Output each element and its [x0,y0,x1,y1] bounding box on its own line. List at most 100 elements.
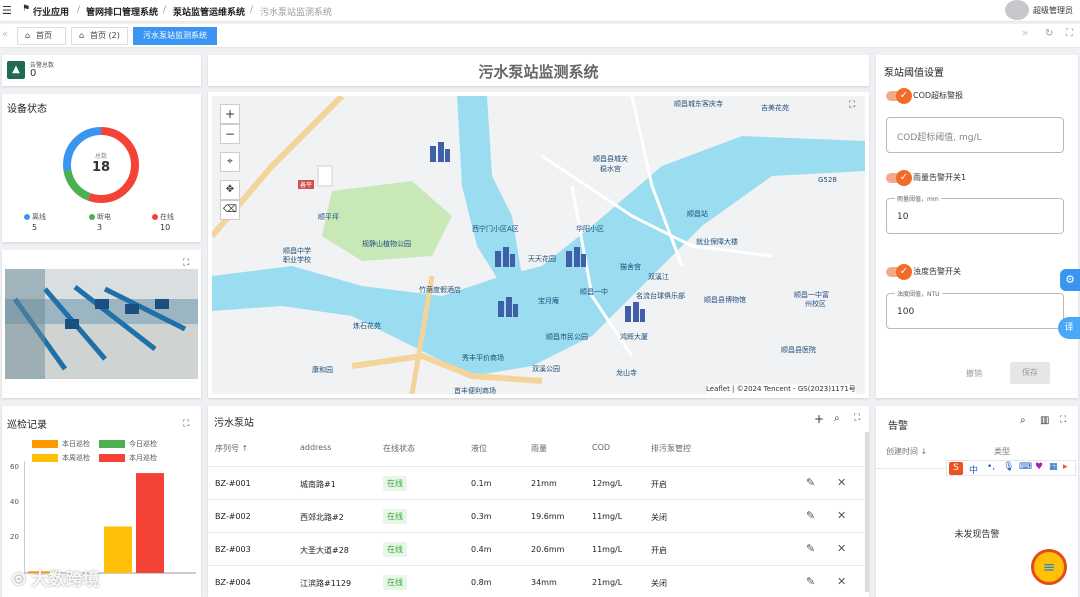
close-icon[interactable]: ✕ [837,509,846,522]
close-icon[interactable]: ✕ [837,575,846,588]
pan-icon[interactable]: ✥ [220,180,240,200]
zoom-out-button[interactable]: − [220,124,240,144]
search-icon[interactable]: ⌕ [1020,415,1026,426]
fullscreen-icon[interactable]: ⛶ [1066,28,1073,39]
check-icon: ✓ [896,88,912,104]
map-canvas[interactable] [212,96,865,394]
fullscreen-icon[interactable]: ⛶ [854,413,860,423]
cell-cod: 12mg/L [592,479,623,488]
map-label: 顺昌城东客庆寺 [674,100,723,108]
map-label: 康和园 [312,366,333,374]
close-icon[interactable]: ✕ [837,542,846,555]
tab-home-2[interactable]: ⌂ 首页 (2) [71,27,128,45]
card-title: 污水泵站 [214,418,254,429]
map-label: 规静山植物公园 [362,240,411,248]
ime-mode[interactable]: 中 [969,463,978,476]
map-label: 顺昌县博物馆 [704,296,746,304]
ime-toolbar[interactable]: S 中 •, 🎙 ⌨ ♥ ▦ ▸ [946,460,1076,476]
sogou-icon[interactable]: S [949,462,963,475]
fullscreen-icon[interactable]: ⛶ [183,258,189,268]
more-icon[interactable]: ▸ [1063,462,1068,472]
close-icon[interactable]: ✕ [837,476,846,489]
turbidity-alarm-toggle[interactable]: ✓ [886,264,912,280]
punctuation-icon[interactable]: •, [987,462,995,472]
zoom-in-button[interactable]: + [220,104,240,124]
map-attribution[interactable]: Leaflet | ©2024 Tencent - GS(2023)1171号 [706,384,856,394]
column-header[interactable]: 雨量 [531,443,547,454]
field-label: 浊度阈值，NTU [895,289,942,298]
map-label: 鸿辉大厦 [620,333,648,341]
cell-rain: 20.6mm [531,545,565,554]
table-row[interactable]: BZ-#003 大圣大道#28 在线 0.4m 20.6mm 11mg/L 开启… [208,532,868,565]
tab-home[interactable]: ⌂ 首页 [17,27,66,45]
sort-arrow-icon[interactable]: ↑ [242,444,249,453]
locate-icon[interactable]: ⌖ [220,152,240,172]
eraser-icon[interactable]: ⌫ [220,200,240,220]
field-placeholder: COD超标阈值, mg/L [897,133,982,143]
skin-icon[interactable]: ♥ [1035,462,1043,472]
cell-address: 大圣大道#28 [300,546,349,555]
map-label: 天天花园 [528,255,556,263]
edit-icon[interactable]: ✎ [806,575,815,588]
refresh-icon[interactable]: ↻ [1045,28,1053,39]
microphone-icon[interactable]: 🎙 [1003,462,1014,472]
sort-arrow-icon[interactable]: ↓ [921,447,928,456]
column-header[interactable]: 创建时间 ↓ [886,446,927,457]
map-label: 顺昌市民公园 [546,333,588,341]
cell-cod: 11mg/L [592,512,623,521]
translate-button[interactable]: 译 [1058,317,1080,339]
table-row[interactable]: BZ-#002 西郊北路#2 在线 0.3m 19.6mm 11mg/L 关闭 … [208,499,868,532]
cod-alarm-toggle[interactable]: ✓ [886,88,912,104]
avatar[interactable] [1005,0,1029,20]
tab-monitor[interactable]: 污水泵站监测系统 [133,27,217,45]
save-button[interactable]: 保存 [1010,362,1050,384]
breadcrumb-item[interactable]: 管网排口管理系统 [86,5,158,18]
breadcrumb-item[interactable]: 行业应用 [33,5,69,18]
map-label: 双溪江 [648,273,669,281]
table-row[interactable]: BZ-#001 城南路#1 在线 0.1m 21mm 12mg/L 开启 ✎ ✕ [208,466,868,499]
column-header[interactable]: COD [592,443,610,452]
keyboard-icon[interactable]: ⌨ [1019,462,1032,472]
table-scrollbar[interactable] [865,432,869,592]
column-header[interactable]: 在线状态 [383,443,415,454]
map-label: 顺昌县城关 [593,155,628,163]
fullscreen-icon[interactable]: ⛶ [183,419,189,429]
cancel-button[interactable]: 撤销 [966,368,982,379]
status-badge: 在线 [383,575,407,590]
column-header[interactable]: 类型 [994,446,1010,457]
hamburger-icon[interactable]: ☰ [2,4,12,17]
settings-icon[interactable]: ⚙ [1060,269,1080,291]
assistant-icon[interactable]: ≡ [1031,549,1067,585]
scroll-left-icon[interactable]: « [2,29,8,40]
add-icon[interactable]: + [814,412,824,426]
table-row[interactable]: BZ-#004 江滨路#1129 在线 0.8m 34mm 21mg/L 关闭 … [208,565,868,597]
bar-3 [104,526,132,573]
cell-address: 江滨路#1129 [300,579,352,588]
user-name[interactable]: 超级管理员 [1033,5,1073,16]
legend-label: 在线 [160,213,174,221]
breadcrumb-item[interactable]: 泵站监管运维系统 [173,5,245,18]
turbidity-threshold-field[interactable]: 浊度阈值，NTU 100 [886,289,1064,329]
column-header[interactable]: address [300,443,331,452]
fullscreen-icon[interactable]: ⛶ [1060,415,1066,425]
column-header[interactable]: 排污泵管控 [651,443,691,454]
field-value: 10 [897,212,909,222]
rain-threshold-field[interactable]: 雨量阈值，mm 10 [886,194,1064,234]
apps-icon[interactable]: ▦ [1049,462,1058,472]
legend-dot [89,214,95,220]
cod-threshold-field[interactable]: COD超标阈值, mg/L [886,117,1064,153]
search-icon[interactable]: ⌕ [834,413,840,424]
columns-icon[interactable]: ▥ [1040,415,1049,426]
edit-icon[interactable]: ✎ [806,542,815,555]
cell-serial: BZ-#001 [215,479,251,488]
map-card: 善平 顺昌城东客庆寺 吉美花苑 顺昌县城关 稳水宫 顺昌站 规静山植物公园 西宁… [208,92,869,398]
column-header[interactable]: 序列号 ↑ [215,443,248,454]
column-header[interactable]: 液位 [471,443,487,454]
toggle-label: 浊度告警开关 [913,267,961,276]
map-label: 职业学校 [283,256,311,264]
edit-icon[interactable]: ✎ [806,476,815,489]
rain-alarm-toggle[interactable]: ✓ [886,170,912,186]
scroll-right-icon[interactable]: » [1022,28,1028,39]
fullscreen-icon[interactable]: ⛶ [849,100,855,110]
edit-icon[interactable]: ✎ [806,509,815,522]
